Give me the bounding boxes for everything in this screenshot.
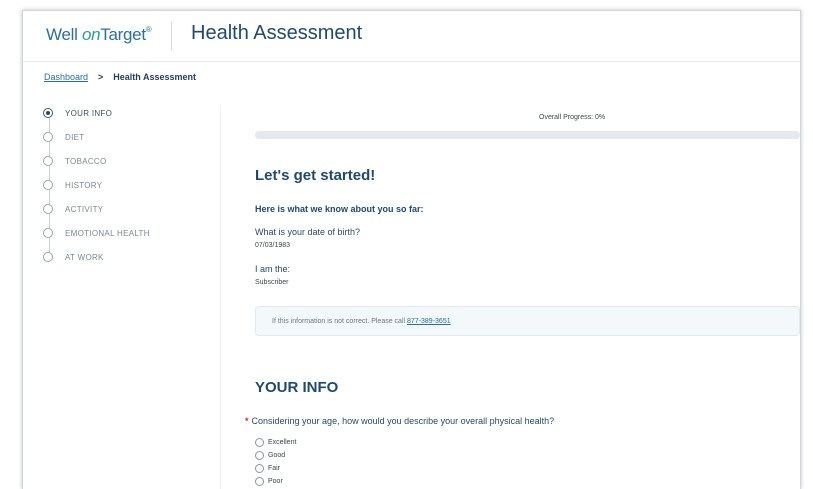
- step-tobacco[interactable]: TOBACCO: [43, 154, 107, 168]
- step-at-work[interactable]: AT WORK: [43, 250, 104, 264]
- assessment-steps-sidebar: YOUR INFO DIET TOBACCO HISTORY ACTIVITY …: [38, 105, 221, 489]
- logo-well: Well: [46, 25, 78, 44]
- step-label: HISTORY: [65, 180, 103, 190]
- step-label: EMOTIONAL HEALTH: [65, 228, 150, 238]
- breadcrumb-current: Health Assessment: [113, 72, 196, 82]
- step-label: AT WORK: [65, 252, 104, 262]
- step-history[interactable]: HISTORY: [43, 178, 102, 192]
- step-indicator-icon: [43, 108, 53, 118]
- logo-tm: ®: [145, 25, 152, 34]
- step-indicator-icon: [43, 132, 53, 142]
- step-your-info[interactable]: YOUR INFO: [43, 106, 112, 120]
- browser-frame: Well onTarget® Health Assessment Dashboa…: [22, 10, 801, 489]
- radio-button[interactable]: [255, 438, 264, 447]
- header-divider: [171, 21, 172, 51]
- step-diet[interactable]: DIET: [43, 130, 84, 144]
- wellontarget-logo[interactable]: Well onTarget®: [46, 25, 152, 45]
- question-text: Considering your age, how would you desc…: [251, 416, 555, 426]
- notice-text-line: If this information is not correct. Plea…: [272, 318, 451, 325]
- overall-progress-label: Overall Progress: 0%: [539, 114, 606, 121]
- step-label: YOUR INFO: [65, 108, 113, 118]
- logo-target: Target: [100, 25, 146, 44]
- radio-button[interactable]: [255, 464, 264, 473]
- option-good[interactable]: Good: [255, 451, 285, 460]
- step-indicator-icon: [43, 228, 53, 238]
- required-marker: *: [245, 416, 249, 426]
- step-label: TOBACCO: [65, 156, 107, 166]
- radio-button[interactable]: [255, 451, 264, 460]
- option-fair[interactable]: Fair: [255, 464, 280, 473]
- option-excellent[interactable]: Excellent: [255, 438, 296, 447]
- option-label: Good: [268, 452, 286, 459]
- logo-on: on: [81, 25, 101, 44]
- assessment-main: Overall Progress: 0% Let's get started! …: [245, 105, 800, 489]
- dob-value: 07/03/1983: [255, 242, 291, 249]
- step-indicator-icon: [43, 180, 53, 190]
- dob-question: What is your date of birth?: [255, 227, 361, 237]
- section-heading: YOUR INFO: [255, 379, 339, 396]
- radio-button[interactable]: [255, 477, 264, 486]
- option-label: Excellent: [268, 439, 297, 446]
- physical-health-question: * Considering your age, how would you des…: [245, 416, 554, 426]
- step-label: ACTIVITY: [65, 204, 104, 214]
- known-info-heading: Here is what we know about you so far:: [255, 204, 424, 214]
- role-value: Subscriber: [255, 279, 289, 286]
- top-bar: Well onTarget® Health Assessment: [23, 11, 800, 62]
- step-emotional-health[interactable]: EMOTIONAL HEALTH: [43, 226, 150, 240]
- step-label: DIET: [65, 132, 85, 142]
- step-indicator-icon: [43, 204, 53, 214]
- notice-phone-link[interactable]: 877-389-3651: [407, 318, 451, 325]
- notice-text: If this information is not correct. Plea…: [272, 318, 406, 325]
- info-correction-notice: If this information is not correct. Plea…: [255, 306, 800, 336]
- breadcrumb: Dashboard > Health Assessment: [44, 72, 196, 82]
- breadcrumb-separator: >: [98, 72, 104, 82]
- step-indicator-icon: [43, 252, 53, 262]
- overall-progress-bar: [255, 131, 800, 139]
- role-question: I am the:: [255, 264, 291, 274]
- step-indicator-icon: [43, 156, 53, 166]
- intro-heading: Let's get started!: [255, 167, 376, 184]
- step-activity[interactable]: ACTIVITY: [43, 202, 103, 216]
- option-poor[interactable]: Poor: [255, 477, 283, 486]
- option-label: Fair: [268, 465, 281, 472]
- page-title: Health Assessment: [191, 22, 363, 44]
- breadcrumb-dashboard-link[interactable]: Dashboard: [44, 72, 88, 82]
